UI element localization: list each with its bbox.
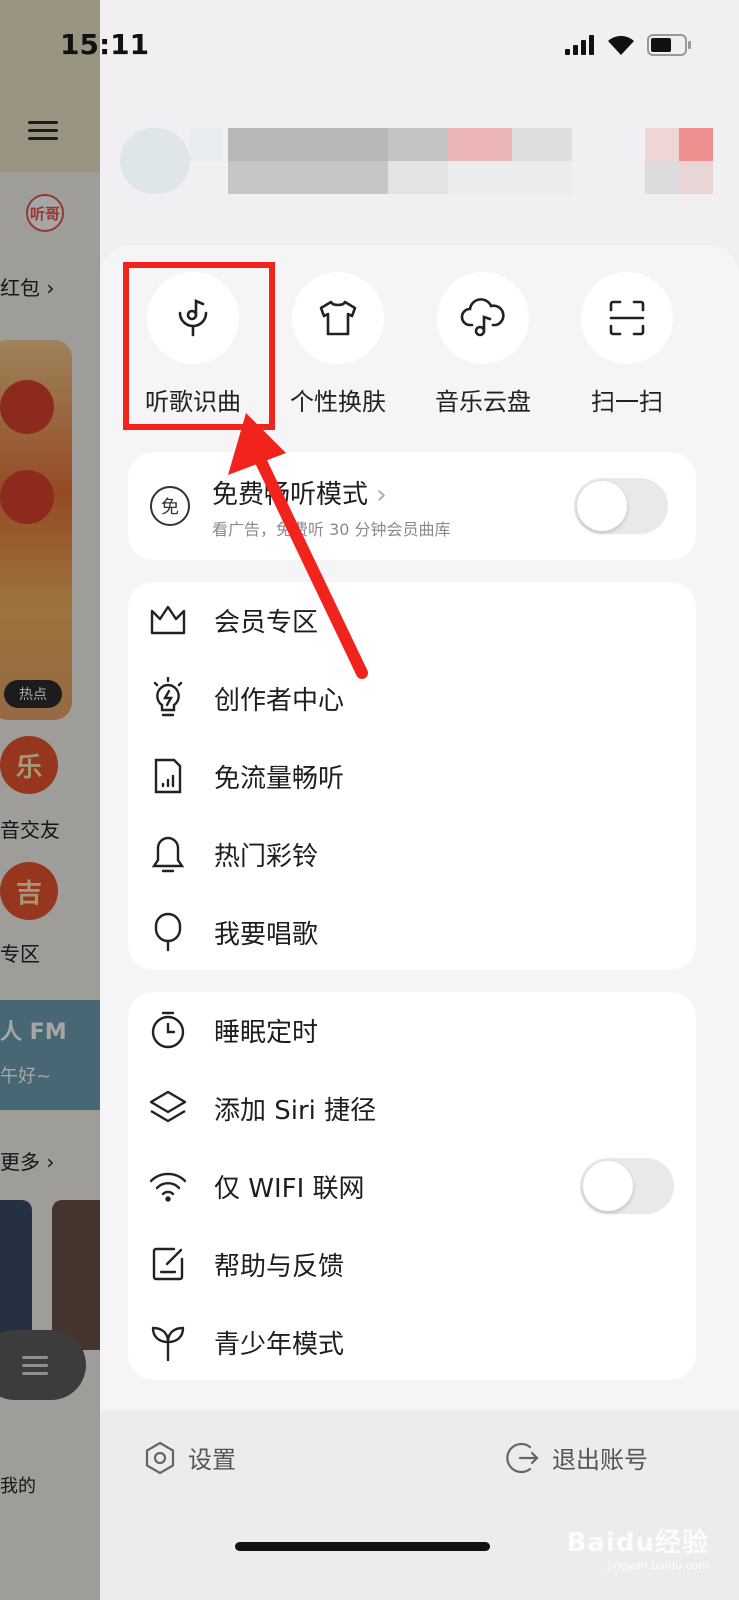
scan-icon (581, 272, 673, 364)
bell-icon (148, 834, 188, 874)
logout-icon (506, 1442, 539, 1473)
watermark-main: Baidu经验 (566, 1528, 709, 1558)
profile-blurred (120, 128, 222, 194)
quick-action-cloud-disk[interactable]: 音乐云盘 (428, 272, 538, 417)
settings-button[interactable]: 设置 (144, 1440, 236, 1475)
settings-icon (145, 1441, 175, 1474)
background-app: 听哥 红包 › 热点 乐 音交友 吉 专区 人 FM 午好~ 更多 › 我的 (0, 0, 100, 1600)
watermark-sub: jingyan.baidu.com (607, 1559, 709, 1572)
lightbulb-icon (148, 677, 188, 718)
sprout-icon (148, 1322, 188, 1362)
quick-action-skin[interactable]: 个性换肤 (283, 272, 393, 417)
free-icon: 免 (150, 486, 190, 526)
menu-item-ringtone[interactable]: 热门彩铃 (148, 834, 318, 874)
wifi-only-toggle[interactable] (580, 1158, 674, 1214)
menu-item-teen-mode[interactable]: 青少年模式 (148, 1322, 344, 1362)
menu-item-label: 热门彩铃 (214, 841, 319, 872)
side-drawer: 听歌识曲 个性换肤 音乐云盘 扫一扫 免 免费畅听模式 › 看广告，免费听 30… (100, 0, 739, 1600)
free-listen-toggle[interactable] (574, 478, 668, 534)
profile-badge-blurred (645, 128, 713, 194)
wifi-icon (148, 1166, 188, 1206)
menu-item-label: 仅 WIFI 联网 (214, 1173, 365, 1204)
timer-icon (148, 1010, 188, 1050)
sim-card-icon (148, 756, 188, 796)
menu-item-free-data[interactable]: 免流量畅听 (148, 756, 344, 796)
logout-button[interactable]: 退出账号 (506, 1440, 648, 1475)
crown-icon (148, 600, 188, 640)
feedback-icon (148, 1244, 188, 1284)
status-time: 15:11 (60, 28, 150, 61)
menu-item-siri[interactable]: 添加 Siri 捷径 (148, 1088, 376, 1128)
tshirt-icon (292, 272, 384, 364)
home-indicator (235, 1542, 490, 1551)
watermark: Baidu经验 jingyan.baidu.com (567, 1522, 709, 1572)
menu-item-label: 添加 Siri 捷径 (214, 1095, 377, 1126)
quick-action-label: 音乐云盘 (435, 388, 531, 416)
quick-action-scan[interactable]: 扫一扫 (572, 272, 682, 417)
menu-item-label: 帮助与反馈 (214, 1251, 345, 1282)
menu-item-wifi-only[interactable]: 仅 WIFI 联网 (148, 1166, 365, 1206)
dim-overlay (0, 0, 100, 1600)
annotation-arrow (228, 413, 368, 679)
layers-icon (148, 1088, 188, 1128)
menu-item-label: 睡眠定时 (214, 1017, 319, 1048)
quick-action-label: 扫一扫 (591, 388, 663, 416)
menu-item-label: 我要唱歌 (214, 919, 319, 950)
wifi-status-icon (608, 35, 634, 55)
profile-name-blurred (228, 128, 572, 194)
cloud-music-icon (437, 272, 529, 364)
menu-item-label: 青少年模式 (214, 1329, 345, 1360)
menu-item-label: 免流量畅听 (214, 763, 345, 794)
menu-item-label: 创作者中心 (214, 685, 345, 716)
free-listen-card: 免 免费畅听模式 › 看广告，免费听 30 分钟会员曲库 (128, 452, 696, 560)
menu-item-sleep-timer[interactable]: 睡眠定时 (148, 1010, 318, 1050)
cellular-signal-icon (565, 35, 594, 55)
menu-item-sing[interactable]: 我要唱歌 (148, 912, 318, 952)
status-icons (565, 34, 693, 56)
microphone-icon (148, 912, 188, 952)
battery-icon (647, 34, 691, 56)
menu-item-help[interactable]: 帮助与反馈 (148, 1244, 344, 1284)
